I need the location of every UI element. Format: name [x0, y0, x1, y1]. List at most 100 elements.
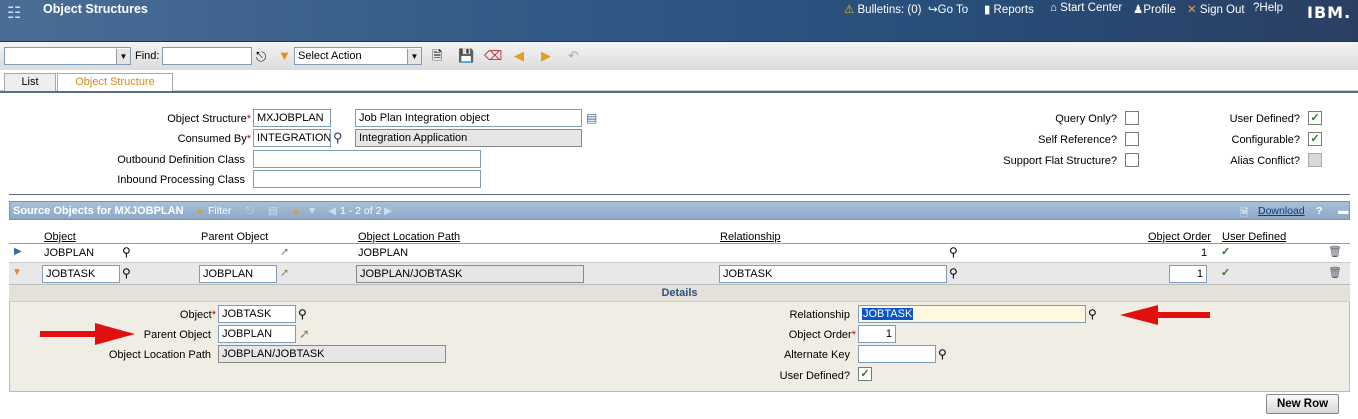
column-header-path[interactable]: Object Location Path [358, 231, 460, 243]
filter-link[interactable]: Filter [208, 205, 231, 217]
previous-row-icon[interactable]: ◀ [328, 205, 336, 217]
query-only-label: Query Only? [1055, 113, 1117, 125]
row-order: 1 [1201, 247, 1208, 259]
lookup-icon[interactable]: ⚲ [1088, 306, 1097, 322]
save-icon[interactable]: 💾 [458, 48, 474, 64]
table-row[interactable]: ▶ JOBPLAN ⚲ ➚ JOBPLAN ⚲ 1 ✓ 🗑 [9, 244, 1350, 262]
goto-label: Go To [937, 4, 969, 16]
chevron-down-icon[interactable]: ▼ [407, 49, 421, 64]
column-header-object[interactable]: Object [44, 231, 76, 243]
filter-icon[interactable]: ▸ [198, 205, 203, 217]
column-header-relationship[interactable]: Relationship [720, 231, 781, 243]
self-reference-checkbox[interactable] [1125, 132, 1139, 146]
bulletins-link[interactable]: ⚠ Bulletins: (0) [844, 2, 921, 16]
detail-parent-input[interactable]: JOBPLAN [218, 325, 296, 343]
lookup-icon[interactable]: ⚲ [298, 306, 307, 322]
find-input[interactable] [162, 47, 252, 65]
inbound-input[interactable] [253, 170, 481, 188]
bulletin-icon: ⚠ [844, 4, 855, 16]
detail-object-input[interactable]: JOBTASK [218, 305, 296, 323]
object-structure-input[interactable]: MXJOBPLAN [253, 109, 331, 127]
sign-out-link[interactable]: ✕ Sign Out [1187, 2, 1245, 16]
detail-order-label-text: Object Order [788, 329, 852, 341]
filter-arrow-icon[interactable]: ▼ [278, 48, 291, 64]
next-row-icon[interactable]: ▶ [384, 205, 392, 217]
tab-object-structure[interactable]: Object Structure [57, 73, 173, 93]
lookup-icon[interactable]: ⚲ [949, 266, 958, 280]
support-flat-label: Support Flat Structure? [1003, 155, 1117, 167]
configurable-checkbox[interactable]: ✓ [1308, 132, 1322, 146]
consumed-by-label: Consumed By* [120, 133, 251, 145]
select-action-dropdown[interactable]: Select Action ▼ [294, 47, 422, 65]
find-table-icon[interactable]: ⎋ [246, 205, 254, 218]
required-marker: * [246, 113, 251, 125]
download-icon[interactable]: 🗎 [1240, 205, 1248, 223]
next-page-icon[interactable]: ▼ [307, 205, 317, 217]
sign-out-label: Sign Out [1199, 4, 1245, 16]
start-center-link[interactable]: ⌂ Start Center [1050, 2, 1122, 14]
clear-icon[interactable]: ⌫ [484, 48, 502, 64]
support-flat-checkbox[interactable] [1125, 153, 1139, 167]
required-marker: * [851, 329, 856, 341]
ibm-logo: IBM. [1307, 3, 1352, 22]
collapse-icon[interactable]: ▬ [1338, 205, 1349, 217]
binoculars-icon[interactable]: ⎋ [256, 49, 266, 65]
previous-record-icon[interactable]: ◀ [514, 48, 524, 64]
trash-icon[interactable]: 🗑 [1328, 266, 1342, 279]
query-select[interactable]: ▼ [4, 47, 131, 65]
profile-label: Profile [1143, 4, 1176, 16]
previous-page-icon[interactable]: ▲ [291, 205, 301, 217]
reports-link[interactable]: ▮ Reports [984, 2, 1034, 16]
home-icon: ⌂ [1050, 2, 1057, 14]
divider [0, 91, 1358, 93]
detail-alt-key-label: Alternate Key [783, 349, 850, 361]
table-help-icon[interactable]: ? [1316, 205, 1322, 217]
outbound-input[interactable] [253, 150, 481, 168]
detail-path-label: Object Location Path [108, 349, 211, 361]
row-parent-input[interactable]: JOBPLAN [199, 265, 277, 283]
lookup-icon[interactable]: ⚲ [122, 266, 131, 280]
start-center-label: Start Center [1060, 2, 1123, 14]
row-user-defined-check[interactable]: ✓ [1221, 266, 1230, 279]
undo-icon[interactable]: ↶ [568, 48, 579, 64]
reports-icon: ▮ [984, 4, 991, 16]
detail-relationship-input[interactable]: JOBTASK [858, 305, 1086, 323]
row-relationship-input[interactable]: JOBTASK [719, 265, 947, 283]
detail-order-input[interactable]: 1 [858, 325, 896, 343]
go-to-icon[interactable]: ➚ [280, 245, 289, 258]
clear-filter-icon[interactable]: ▤ [268, 205, 278, 217]
detail-alt-key-input[interactable] [858, 345, 936, 363]
column-header-user-defined[interactable]: User Defined [1222, 231, 1286, 243]
trash-icon[interactable]: 🗑 [1328, 245, 1342, 258]
row-object-input[interactable]: JOBTASK [42, 265, 120, 283]
lookup-icon[interactable]: ⚲ [949, 245, 958, 259]
new-row-button[interactable]: New Row [1266, 394, 1339, 414]
long-description-icon[interactable]: ▤ [586, 110, 597, 126]
user-defined-checkbox[interactable]: ✓ [1308, 111, 1322, 125]
lookup-icon[interactable]: ⚲ [122, 245, 131, 259]
find-label: Find: [135, 50, 160, 62]
go-to-icon[interactable]: ➚ [280, 266, 289, 279]
lookup-icon[interactable]: ⚲ [333, 130, 343, 146]
table-row[interactable]: ▼ JOBTASK ⚲ JOBPLAN ➚ JOBPLAN/JOBTASK JO… [9, 262, 1350, 284]
detail-user-defined-checkbox[interactable]: ✓ [858, 367, 872, 381]
consumed-by-input[interactable]: INTEGRATION [253, 129, 331, 147]
go-to-icon[interactable]: ➚ [299, 326, 310, 342]
lookup-icon[interactable]: ⚲ [938, 346, 947, 362]
profile-link[interactable]: ♟Profile [1133, 2, 1176, 16]
tab-list[interactable]: List [4, 73, 56, 92]
row-order-input[interactable]: 1 [1169, 265, 1207, 283]
detail-order-label: Object Order* [740, 329, 856, 341]
next-record-icon[interactable]: ▶ [541, 48, 551, 64]
object-structure-description[interactable]: Job Plan Integration object [355, 109, 582, 127]
annotation-arrow-left [1120, 305, 1210, 325]
help-link[interactable]: ?Help [1253, 2, 1283, 14]
query-only-checkbox[interactable] [1125, 111, 1139, 125]
chevron-down-icon[interactable]: ▼ [116, 49, 130, 64]
download-link[interactable]: Download [1258, 205, 1305, 217]
collapse-row-icon[interactable]: ▼ [12, 267, 22, 278]
column-header-order[interactable]: Object Order [1148, 231, 1211, 243]
new-record-icon[interactable]: 🗎 [432, 48, 442, 64]
goto-link[interactable]: ↪Go To [928, 2, 968, 16]
expand-row-icon[interactable]: ▶ [14, 246, 22, 257]
